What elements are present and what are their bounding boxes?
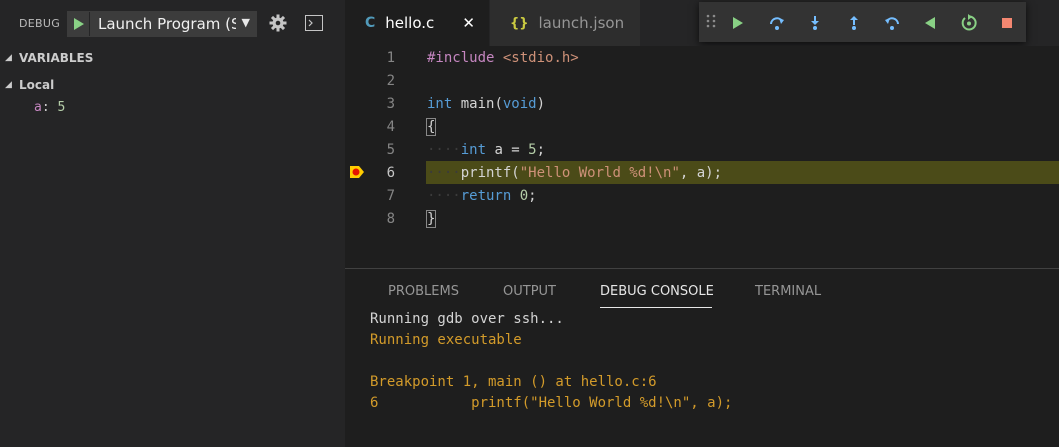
drag-handle-icon[interactable] — [706, 13, 718, 32]
line-number: 6 — [386, 164, 395, 181]
reverse-continue-icon[interactable] — [921, 14, 939, 32]
console-line: 6 printf("Hello World %d!\n", a); — [370, 395, 733, 411]
code-line: 1 #include <stdio.h> — [345, 46, 1059, 69]
line-number: 5 — [386, 141, 395, 158]
play-icon[interactable] — [68, 12, 90, 36]
tab-terminal[interactable]: TERMINAL — [755, 284, 821, 299]
scope-label: Local — [19, 78, 55, 92]
line-number: 1 — [386, 49, 395, 66]
debug-sidebar: DEBUG Launch Program (SSH) ▼ — [0, 0, 345, 447]
tab-output[interactable]: OUTPUT — [503, 284, 556, 299]
chevron-down-icon: ▼ — [241, 16, 250, 29]
continue-icon[interactable] — [729, 14, 747, 32]
variable-separator: : — [41, 100, 58, 115]
variable-name: a — [34, 100, 42, 115]
step-back-icon[interactable] — [883, 14, 901, 32]
step-out-icon[interactable] — [845, 14, 863, 32]
launch-config-name: Launch Program (SSH) — [98, 15, 236, 33]
variable-row[interactable]: a: 5 — [34, 100, 65, 115]
close-icon[interactable]: ✕ — [462, 14, 475, 32]
variable-value: 5 — [57, 100, 66, 115]
console-line: Running gdb over ssh... — [370, 311, 564, 327]
active-tab-underline — [600, 307, 712, 308]
step-into-icon[interactable] — [806, 14, 824, 32]
stop-icon[interactable] — [998, 14, 1016, 32]
code-text: } — [425, 209, 437, 228]
code-text: ····return 0; — [427, 187, 537, 204]
code-line: 8 } — [345, 207, 1059, 230]
code-line: 3 int main(void) — [345, 92, 1059, 115]
gear-icon[interactable] — [269, 14, 287, 36]
console-line: Breakpoint 1, main () at hello.c:6 — [370, 374, 657, 390]
console-line: Running executable — [370, 332, 522, 348]
code-text: ····printf("Hello World %d!\n", a); — [427, 164, 723, 181]
c-file-icon: C — [365, 15, 376, 31]
expanded-triangle-icon: ◢ — [5, 53, 12, 63]
tab-problems[interactable]: PROBLEMS — [388, 284, 459, 299]
code-line: 5 ····int a = 5; — [345, 138, 1059, 161]
launch-config-select[interactable]: Launch Program (SSH) ▼ — [67, 11, 257, 37]
line-number: 2 — [386, 72, 395, 89]
code-text: #include <stdio.h> — [427, 49, 579, 66]
code-text: ····int a = 5; — [427, 141, 546, 158]
line-number: 3 — [386, 95, 395, 112]
line-number: 8 — [386, 210, 395, 227]
tab-hello-c[interactable]: C hello.c ✕ — [345, 0, 489, 46]
code-editor[interactable]: 1 #include <stdio.h> 2 3 int main(void) … — [345, 46, 1059, 268]
variables-section-header[interactable]: ◢ VARIABLES — [0, 47, 345, 69]
restart-icon[interactable] — [960, 14, 978, 32]
terminal-icon[interactable] — [305, 15, 323, 35]
tab-label: launch.json — [538, 14, 625, 32]
tab-label: hello.c — [385, 14, 435, 32]
expanded-triangle-icon: ◢ — [5, 80, 12, 90]
current-line: 6 ····printf("Hello World %d!\n", a); — [345, 161, 1059, 184]
code-text: { — [425, 117, 437, 136]
line-number: 4 — [386, 118, 395, 135]
tab-debug-console[interactable]: DEBUG CONSOLE — [600, 284, 714, 299]
code-line: 2 — [345, 69, 1059, 92]
code-text: int main(void) — [427, 95, 546, 112]
debug-toolbar: DEBUG Launch Program (SSH) ▼ — [0, 0, 345, 46]
bottom-panel: PROBLEMS OUTPUT DEBUG CONSOLE TERMINAL R… — [345, 268, 1059, 447]
line-number: 7 — [386, 187, 395, 204]
debug-controls-widget — [699, 2, 1026, 42]
json-file-icon: {} — [510, 15, 529, 31]
variables-title: VARIABLES — [19, 51, 94, 65]
scope-local[interactable]: ◢ Local — [0, 74, 54, 96]
step-over-icon[interactable] — [768, 14, 786, 32]
code-line: 4 { — [345, 115, 1059, 138]
debug-label: DEBUG — [19, 16, 61, 30]
tab-launch-json[interactable]: {} launch.json — [490, 0, 640, 46]
code-line: 7 ····return 0; — [345, 184, 1059, 207]
